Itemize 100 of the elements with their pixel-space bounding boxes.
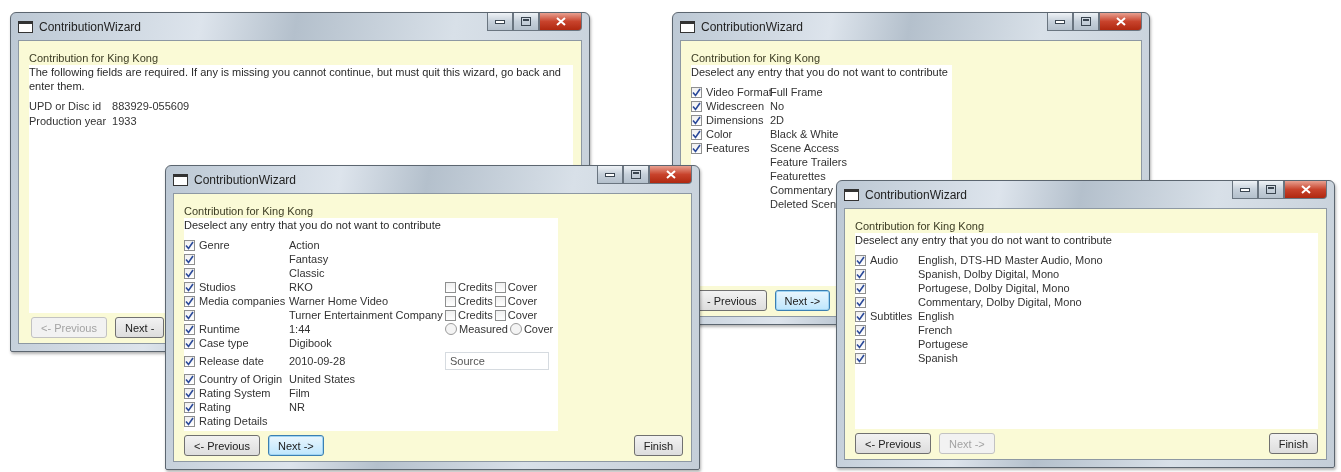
checkbox[interactable] — [184, 309, 195, 321]
entry-value: French — [918, 323, 954, 337]
previous-button[interactable]: <- Previous — [855, 433, 931, 454]
minimize-button[interactable] — [597, 166, 623, 184]
next-button[interactable]: Next -> — [267, 435, 324, 456]
minimize-icon — [605, 172, 615, 177]
entry-value: English, DTS-HD Master Audio, Mono — [918, 253, 1103, 267]
checkbox[interactable] — [184, 281, 195, 293]
checkbox[interactable] — [445, 295, 456, 307]
finish-button[interactable]: Finish — [633, 435, 683, 456]
checkbox[interactable] — [855, 310, 866, 322]
entry-value: United States — [289, 372, 357, 386]
entry-label: Release date — [199, 354, 265, 368]
entry-value: NR — [289, 400, 306, 414]
checkbox[interactable] — [184, 415, 195, 427]
instructions: Deselect any entry that you do not want to contribute — [691, 65, 949, 80]
option-label: Measured — [459, 322, 508, 336]
instructions: Deselect any entry that you do not want to contribute — [855, 233, 1113, 248]
entry-value: Commentary — [770, 183, 834, 197]
checkbox[interactable] — [184, 355, 195, 367]
close-icon — [1300, 185, 1311, 194]
close-button[interactable] — [649, 166, 692, 184]
checkbox[interactable] — [855, 268, 866, 280]
maximize-icon — [631, 170, 641, 179]
close-button[interactable] — [1284, 181, 1327, 199]
checkbox[interactable] — [855, 282, 866, 294]
checkbox[interactable] — [184, 253, 195, 265]
finish-button[interactable]: Finish — [1268, 433, 1318, 454]
entry-label: Rating System — [199, 386, 272, 400]
close-icon — [555, 17, 566, 26]
checkbox[interactable] — [691, 128, 702, 140]
checkbox[interactable] — [445, 281, 456, 293]
maximize-button[interactable] — [513, 13, 539, 31]
window-title: ContributionWizard — [194, 172, 297, 187]
checkbox[interactable] — [184, 295, 195, 307]
checkbox[interactable] — [184, 267, 195, 279]
next-button[interactable]: Next -> — [774, 290, 831, 311]
radio-button[interactable] — [445, 323, 457, 335]
next-button[interactable]: Next - — [114, 317, 165, 338]
field-value: 883929-055609 — [112, 99, 190, 113]
close-button[interactable] — [1099, 13, 1142, 31]
entry-value: 2010-09-28 — [289, 354, 347, 368]
checkbox[interactable] — [184, 373, 195, 385]
previous-button[interactable]: - Previous — [697, 290, 767, 311]
checkbox[interactable] — [445, 309, 456, 321]
entry-label: Dimensions — [706, 113, 765, 127]
entry-value: Portugese — [918, 337, 970, 351]
checkbox[interactable] — [184, 387, 195, 399]
checkbox[interactable] — [184, 323, 195, 335]
checkbox[interactable] — [691, 86, 702, 98]
checkbox[interactable] — [184, 239, 195, 251]
entry-label: Studios — [199, 280, 237, 294]
entry-value: Classic — [289, 266, 326, 280]
maximize-icon — [1266, 185, 1276, 194]
previous-button[interactable]: <- Previous — [184, 435, 260, 456]
maximize-icon — [521, 17, 531, 26]
maximize-button[interactable] — [1073, 13, 1099, 31]
minimize-button[interactable] — [1047, 13, 1073, 31]
entry-value: Spanish, Dolby Digital, Mono — [918, 267, 1061, 281]
entry-value: Deleted Scen — [770, 197, 838, 211]
entry-value: Commentary, Dolby Digital, Mono — [918, 295, 1083, 309]
checkbox[interactable] — [494, 281, 506, 293]
radio-button[interactable] — [509, 323, 522, 335]
minimize-icon — [1240, 187, 1250, 192]
entry-value: Action — [289, 238, 321, 252]
close-icon — [665, 170, 676, 179]
entry-value: Fantasy — [289, 252, 330, 266]
minimize-icon — [1055, 19, 1065, 24]
checkbox[interactable] — [494, 309, 506, 321]
minimize-icon — [495, 19, 505, 24]
checkbox[interactable] — [494, 295, 506, 307]
checkbox[interactable] — [855, 324, 866, 336]
maximize-button[interactable] — [1258, 181, 1284, 199]
window-icon — [18, 20, 33, 33]
window-title: ContributionWizard — [701, 19, 804, 34]
maximize-button[interactable] — [623, 166, 649, 184]
maximize-icon — [1081, 17, 1091, 26]
minimize-button[interactable] — [1232, 181, 1258, 199]
checkbox[interactable] — [855, 352, 866, 364]
minimize-button[interactable] — [487, 13, 513, 31]
option-label: Cover — [507, 280, 538, 294]
checkbox[interactable] — [855, 296, 866, 308]
source-field[interactable]: Source — [445, 352, 549, 370]
entry-value: No — [770, 99, 786, 113]
entry-value: Scene Access — [770, 141, 841, 155]
checkbox[interactable] — [184, 401, 195, 413]
checkbox[interactable] — [855, 254, 866, 266]
checkbox[interactable] — [184, 337, 195, 349]
entry-label: Color — [706, 127, 734, 141]
checkbox[interactable] — [691, 114, 702, 126]
option-label: Credits — [458, 308, 493, 322]
checkbox[interactable] — [691, 142, 702, 154]
entry-value: Digibook — [289, 336, 333, 350]
checkbox[interactable] — [855, 338, 866, 350]
entry-value: Feature Trailers — [770, 155, 848, 169]
field-value: 1933 — [112, 114, 138, 128]
entry-value: Black & White — [770, 127, 840, 141]
entry-label: Subtitles — [870, 309, 914, 323]
checkbox[interactable] — [691, 100, 702, 112]
close-button[interactable] — [539, 13, 582, 31]
